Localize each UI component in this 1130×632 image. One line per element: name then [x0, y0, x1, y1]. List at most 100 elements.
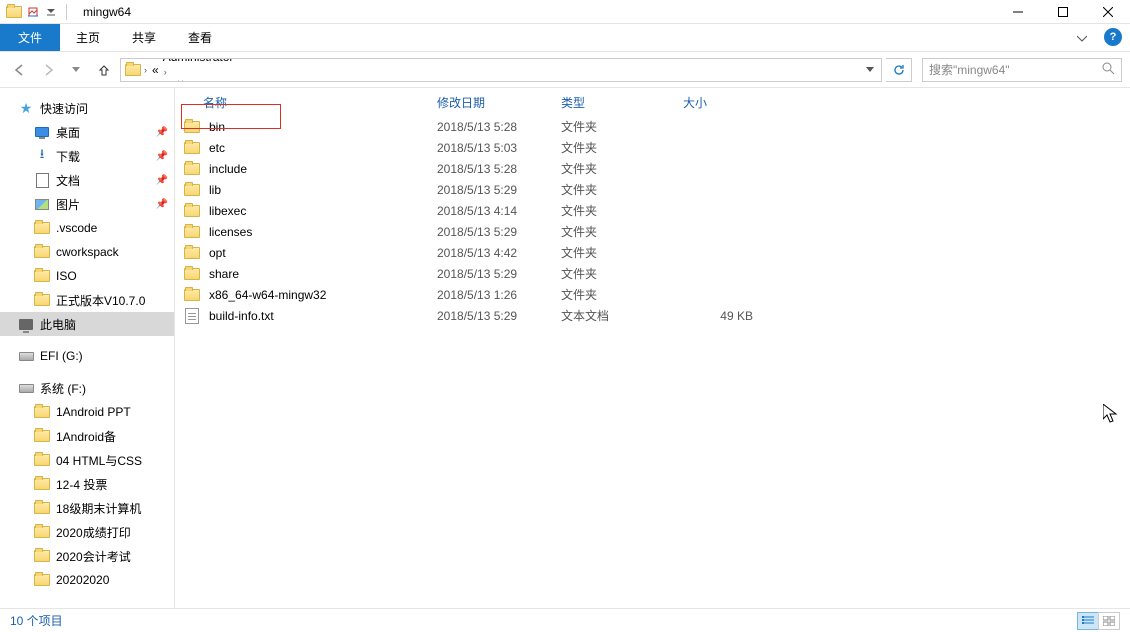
sidebar-drive[interactable]: 系统 (F:)	[0, 376, 174, 400]
address-bar[interactable]: › « 本地磁盘 (C:)›用户›Administrator›下载›x86_64…	[120, 58, 882, 82]
file-date: 2018/5/13 5:29	[437, 309, 561, 323]
sidebar-item[interactable]: ⭳下载📌	[0, 144, 174, 168]
address-history-dropdown[interactable]	[863, 65, 877, 75]
file-type: 文件夹	[561, 181, 683, 198]
breadcrumb-seg[interactable]: 下载	[161, 78, 395, 82]
folder-icon	[181, 184, 203, 196]
table-row[interactable]: share2018/5/13 5:29文件夹	[175, 263, 1130, 284]
file-type: 文件夹	[561, 118, 683, 135]
sidebar-item[interactable]: 04 HTML与CSS	[0, 448, 174, 472]
file-list: 名称 修改日期 类型 大小 bin2018/5/13 5:28文件夹 etc 201…	[175, 88, 1130, 608]
folder-icon	[34, 293, 50, 307]
col-type[interactable]: 类型	[555, 94, 677, 111]
folder-icon	[181, 205, 203, 217]
ribbon-expand-button[interactable]	[1070, 24, 1094, 52]
folder-icon	[34, 245, 50, 259]
file-name: opt	[209, 246, 226, 260]
nav-back-button[interactable]	[8, 58, 32, 82]
chevron-right-icon[interactable]: ›	[161, 67, 170, 77]
tab-2[interactable]: 查看	[172, 24, 228, 51]
tab-1[interactable]: 共享	[116, 24, 172, 51]
sidebar-item[interactable]: 18级期末计算机	[0, 496, 174, 520]
folder-icon	[34, 573, 50, 587]
sidebar-item[interactable]: 正式版本V10.7.0	[0, 288, 174, 312]
sidebar-item[interactable]: 20202020	[0, 568, 174, 592]
sidebar-drive[interactable]: EFI (G:)	[0, 344, 174, 368]
file-type: 文件夹	[561, 139, 683, 156]
tab-0[interactable]: 主页	[60, 24, 116, 51]
view-details-button[interactable]	[1077, 612, 1099, 630]
sidebar-item[interactable]: 1Android备	[0, 424, 174, 448]
file-date: 2018/5/13 5:28	[437, 120, 561, 134]
table-row[interactable]: include2018/5/13 5:28文件夹	[175, 158, 1130, 179]
sidebar-item[interactable]: 2020会计考试	[0, 544, 174, 568]
folder-icon	[34, 429, 50, 443]
breadcrumb-seg[interactable]: Administrator	[161, 58, 395, 65]
file-name: x86_64-w64-mingw32	[209, 288, 326, 302]
search-input[interactable]: 搜索"mingw64"	[922, 58, 1122, 82]
search-icon	[1102, 62, 1115, 78]
folder-icon	[181, 121, 203, 133]
folder-icon	[34, 501, 50, 515]
refresh-button[interactable]	[886, 58, 912, 82]
sidebar-item[interactable]: 12-4 投票	[0, 472, 174, 496]
col-name[interactable]: 名称	[197, 94, 431, 111]
nav-recent-button[interactable]	[64, 58, 88, 82]
file-date: 2018/5/13 4:42	[437, 246, 561, 260]
folder-icon	[181, 268, 203, 280]
help-button[interactable]: ?	[1104, 28, 1122, 46]
drive-icon	[18, 349, 34, 363]
table-row[interactable]: lib2018/5/13 5:29文件夹	[175, 179, 1130, 200]
sidebar-item[interactable]: cworkspack	[0, 240, 174, 264]
folder-icon	[181, 226, 203, 238]
pin-icon: 📌	[156, 151, 168, 162]
sidebar-item[interactable]: .vscode	[0, 216, 174, 240]
sidebar-item[interactable]: 桌面📌	[0, 120, 174, 144]
pic-icon	[34, 197, 50, 211]
file-size: 49 KB	[683, 309, 753, 323]
pin-icon: 📌	[156, 127, 168, 138]
tab-file[interactable]: 文件	[0, 24, 60, 51]
sidebar-this-pc[interactable]: 此电脑	[0, 312, 174, 336]
minimize-button[interactable]	[995, 0, 1040, 24]
table-row[interactable]: libexec2018/5/13 4:14文件夹	[175, 200, 1130, 221]
sidebar-item[interactable]: ISO	[0, 264, 174, 288]
maximize-button[interactable]	[1040, 0, 1085, 24]
folder-icon	[181, 163, 203, 175]
table-row[interactable]: bin2018/5/13 5:28文件夹	[175, 116, 1130, 137]
chevron-right-icon[interactable]: ›	[141, 65, 150, 75]
file-name: etc	[209, 141, 225, 155]
qat-dropdown-icon[interactable]	[44, 5, 58, 19]
folder-icon	[181, 247, 203, 259]
view-large-button[interactable]	[1098, 612, 1120, 630]
sidebar-item[interactable]: 文档📌	[0, 168, 174, 192]
sidebar-item[interactable]: 图片📌	[0, 192, 174, 216]
sidebar-item[interactable]: 1Android PPT	[0, 400, 174, 424]
file-name: lib	[209, 183, 221, 197]
file-name: include	[209, 162, 247, 176]
col-date[interactable]: 修改日期	[431, 94, 555, 111]
col-size[interactable]: 大小	[677, 94, 747, 111]
sidebar-item[interactable]: 2020成绩打印	[0, 520, 174, 544]
table-row[interactable]: licenses2018/5/13 5:29文件夹	[175, 221, 1130, 242]
close-button[interactable]	[1085, 0, 1130, 24]
search-placeholder: 搜索"mingw64"	[929, 61, 1010, 78]
status-bar: 10 个项目	[0, 608, 1130, 632]
folder-icon	[34, 477, 50, 491]
dl-icon: ⭳	[34, 149, 50, 163]
address-folder-icon	[125, 63, 141, 77]
file-name: licenses	[209, 225, 252, 239]
file-date: 2018/5/13 5:29	[437, 267, 561, 281]
sidebar-quick-access[interactable]: ★ 快速访问	[0, 96, 174, 120]
file-date: 2018/5/13 5:03	[437, 141, 561, 155]
star-icon: ★	[18, 101, 34, 115]
table-row[interactable]: build-info.txt2018/5/13 5:29文本文档49 KB	[175, 305, 1130, 326]
pin-icon: 📌	[156, 175, 168, 186]
qat-properties-icon[interactable]	[26, 5, 40, 19]
table-row[interactable]: opt2018/5/13 4:42文件夹	[175, 242, 1130, 263]
table-row[interactable]: etc 2018/5/13 5:03文件夹	[175, 137, 1130, 158]
file-name: share	[209, 267, 239, 281]
nav-forward-button[interactable]	[36, 58, 60, 82]
nav-up-button[interactable]	[92, 58, 116, 82]
table-row[interactable]: x86_64-w64-mingw322018/5/13 1:26文件夹	[175, 284, 1130, 305]
